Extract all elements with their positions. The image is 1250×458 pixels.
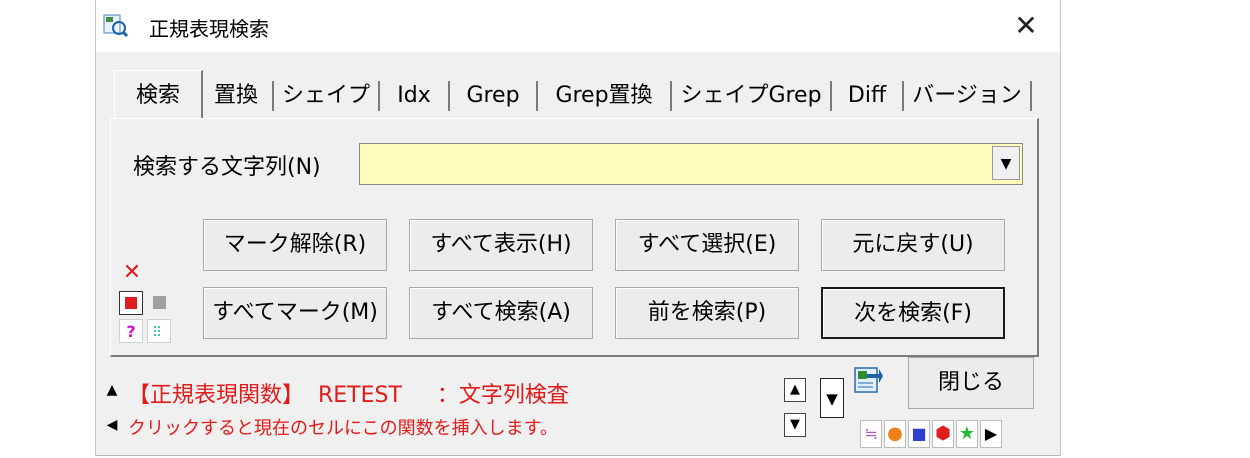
show-all-button[interactable]: すべて表示(H) <box>409 219 593 271</box>
blue-square-icon[interactable]: ■ <box>908 420 930 448</box>
red-square-icon[interactable] <box>119 291 143 315</box>
help-icon[interactable]: ? <box>119 319 143 343</box>
mark-all-button[interactable]: すべてマーク(M) <box>203 287 387 339</box>
red-hexagon-icon[interactable]: ⬢ <box>932 420 954 448</box>
tab-idx[interactable]: Idx <box>380 81 450 111</box>
search-label: 検索する文字列(N) <box>133 155 321 180</box>
tab-diff[interactable]: Diff <box>832 81 904 111</box>
tab-version[interactable]: バージョン <box>904 81 1032 111</box>
scroll-left-icon[interactable]: ◀ <box>102 414 122 436</box>
find-prev-button[interactable]: 前を検索(P) <box>615 287 799 339</box>
right-arrow-icon[interactable]: ▶ <box>980 420 1002 448</box>
search-input[interactable]: ▼ <box>359 143 1023 185</box>
dropdown-arrow-icon[interactable]: ▼ <box>820 378 844 418</box>
function-info: 【正規表現関数】 RETEST ：文字列検査 <box>128 383 569 408</box>
sheet-insert-icon[interactable] <box>853 364 883 396</box>
search-panel: 検索する文字列(N) ▼ マーク解除(R) すべて表示(H) すべて選択(E) … <box>110 118 1039 357</box>
gray-square-icon[interactable] <box>147 291 171 315</box>
tab-shape-grep[interactable]: シェイプGrep <box>672 81 832 111</box>
lines-icon[interactable]: ≒ <box>860 420 882 448</box>
chevron-down-icon[interactable]: ▼ <box>992 146 1020 180</box>
cyan-pattern-icon[interactable] <box>147 319 171 343</box>
tab-grep-replace[interactable]: Grep置換 <box>538 81 672 111</box>
close-button[interactable]: 閉じる <box>908 357 1034 409</box>
delete-icon[interactable]: ✕ <box>121 261 143 285</box>
green-star-icon[interactable]: ★ <box>956 420 978 448</box>
window-title: 正規表現検索 <box>149 17 269 41</box>
scroll-up-icon[interactable]: ▲ <box>102 379 122 401</box>
tab-replace[interactable]: 置換 <box>200 81 274 111</box>
regex-search-window: 正規表現検索 ✕ 検索 置換 シェイプ Idx Grep Grep置換 シェイプ… <box>95 0 1061 456</box>
orange-circle-icon[interactable]: ● <box>884 420 906 448</box>
select-all-button[interactable]: すべて選択(E) <box>615 219 799 271</box>
tab-grep[interactable]: Grep <box>450 81 538 111</box>
tab-shape[interactable]: シェイプ <box>274 81 380 111</box>
find-next-button[interactable]: 次を検索(F) <box>821 287 1005 339</box>
down-arrow-icon[interactable]: ▼ <box>784 413 806 437</box>
search-all-button[interactable]: すべて検索(A) <box>409 287 593 339</box>
clear-marks-button[interactable]: マーク解除(R) <box>203 219 387 271</box>
close-icon[interactable]: ✕ <box>1006 10 1046 42</box>
insert-hint: クリックすると現在のセルにこの関数を挿入します。 <box>128 418 558 439</box>
tab-search[interactable]: 検索 <box>114 70 203 119</box>
app-icon <box>103 14 128 38</box>
undo-button[interactable]: 元に戻す(U) <box>821 219 1005 271</box>
title-bar: 正規表現検索 ✕ <box>96 0 1060 52</box>
up-arrow-icon[interactable]: ▲ <box>784 378 806 402</box>
